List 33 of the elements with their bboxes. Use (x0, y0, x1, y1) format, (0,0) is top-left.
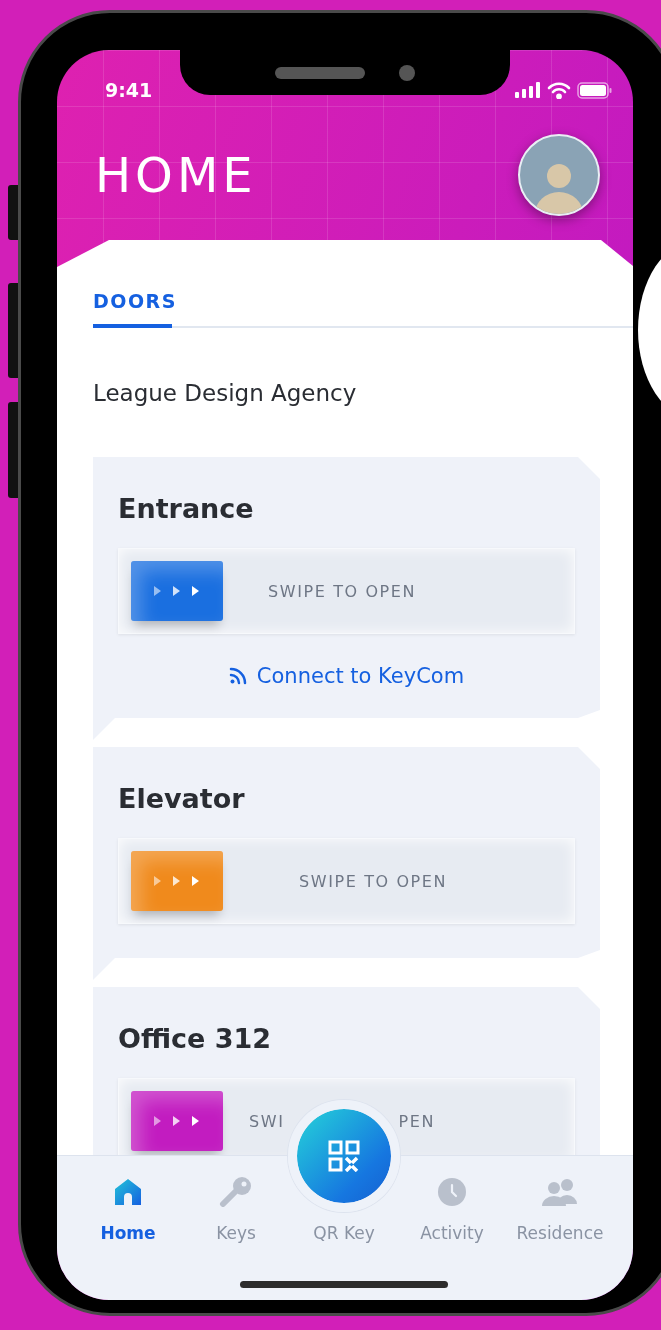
swipe-slider[interactable]: SWIPE TO OPEN (118, 548, 575, 634)
battery-icon (577, 81, 613, 99)
slider-label: SWIPE TO OPEN (299, 871, 448, 891)
avatar[interactable] (518, 134, 600, 216)
slider-handle[interactable] (131, 561, 223, 621)
slider-handle[interactable] (131, 1091, 223, 1151)
clock-icon (437, 1177, 467, 1207)
swipe-slider[interactable]: SWIPE TO OPEN (118, 838, 575, 924)
tab[interactable]: DOORS (93, 290, 172, 328)
key-icon (219, 1175, 253, 1207)
location-name: League Design Agency (93, 380, 358, 406)
slider-label: SWIPE TO OPEN (268, 581, 417, 601)
door-name: Entrance (118, 493, 255, 524)
nav-item[interactable]: Activity (420, 1223, 484, 1243)
slider-label: SWI (249, 1111, 285, 1131)
nav-item[interactable]: QR Key (313, 1223, 375, 1243)
status-time: 9:41 (105, 79, 153, 101)
slider-label: PEN (398, 1111, 436, 1131)
nav-item[interactable]: Home (100, 1223, 156, 1243)
signal-icon (515, 82, 541, 98)
page-title: HOME (95, 147, 257, 203)
camera-dot (399, 64, 415, 81)
qr-code-icon (328, 1140, 360, 1172)
nav-item[interactable]: Keys (216, 1223, 256, 1243)
connect-link[interactable]: Connect to KeyCom (228, 664, 465, 688)
door-name: Elevator (118, 783, 246, 814)
feed-icon (228, 667, 247, 685)
wifi-icon (547, 81, 571, 99)
nav-item[interactable]: Residence (516, 1223, 604, 1243)
people-icon (541, 1177, 579, 1207)
house-icon (113, 1177, 143, 1207)
door-name: Office 312 (118, 1023, 273, 1054)
slider-handle[interactable] (131, 851, 223, 911)
